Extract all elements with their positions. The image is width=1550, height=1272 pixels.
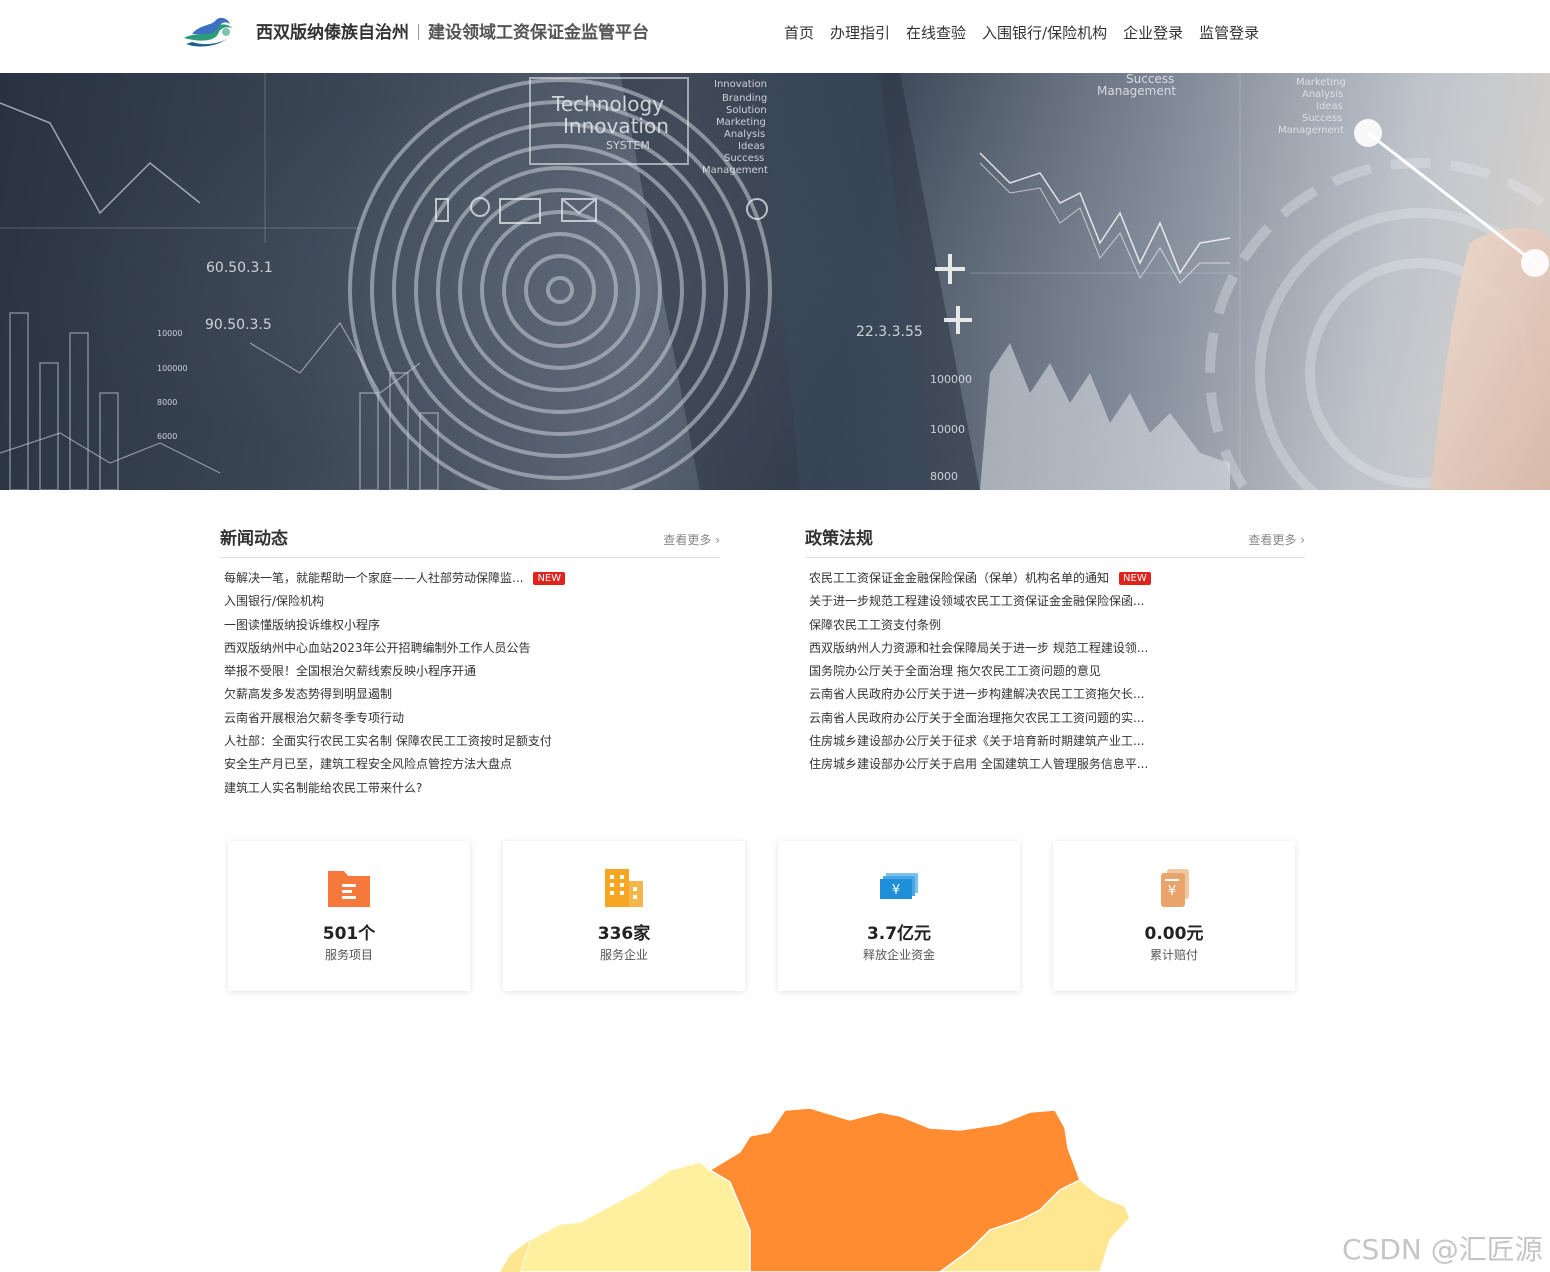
banner-text-coord-3: 22.3.3.55	[856, 324, 923, 340]
banner-text-management-2: Management	[1097, 84, 1176, 98]
policy-item[interactable]: 云南省人民政府办公厅关于进一步构建解决农民工工资拖欠长...	[805, 683, 1305, 706]
main-nav: 首页 办理指引 在线查验 入围银行/保险机构 企业登录 监管登录	[784, 22, 1259, 43]
svg-text:¥: ¥	[1168, 884, 1176, 899]
building-icon	[605, 869, 643, 907]
policy-item[interactable]: 西双版纳州人力资源和社会保障局关于进一步 规范工程建设领...	[805, 637, 1305, 660]
platform-logo-icon[interactable]	[182, 14, 234, 50]
nav-supervision-login[interactable]: 监管登录	[1199, 22, 1259, 43]
brand-title[interactable]: 西双版纳傣族自治州 建设领域工资保证金监管平台	[256, 22, 649, 44]
new-badge: NEW	[1119, 572, 1151, 585]
news-list: 每解决一笔，就能帮助一个家庭——人社部劳动保障监... NEW 入围银行/保险机构…	[220, 567, 720, 800]
nav-enterprise-login[interactable]: 企业登录	[1123, 22, 1183, 43]
banner-text-axis-7: 8000	[930, 470, 958, 483]
banner-text-axis-6: 6000	[157, 432, 177, 441]
banner-text-coord-2: 90.50.3.5	[205, 317, 272, 333]
brand-subtitle: 建设领域工资保证金监管平台	[428, 23, 649, 43]
stat-card-released-funds: ¥ 3.7亿元 释放企业资金	[778, 841, 1020, 991]
news-item[interactable]: 欠薪高发多发态势得到明显遏制	[220, 683, 720, 706]
banner-text-system: SYSTEM	[606, 139, 650, 152]
banner-text-axis-2: 10000	[157, 329, 182, 338]
stat-card-projects: 501个 服务项目	[228, 841, 470, 991]
banner-text-marketing-2: Marketing	[1296, 77, 1346, 88]
brand-name: 西双版纳傣族自治州	[256, 23, 409, 43]
policy-header: 政策法规 查看更多 ›	[805, 524, 1305, 558]
banner-text-management: Management	[702, 165, 768, 176]
policy-item[interactable]: 关于进一步规范工程建设领域农民工工资保证金金融保险保函...	[805, 590, 1305, 613]
folder-icon	[328, 871, 370, 907]
stat-label: 服务企业	[599, 948, 648, 962]
svg-text:¥: ¥	[892, 883, 900, 898]
stat-value: 501个	[322, 924, 376, 944]
stat-card-compensation: ¥ 0.00元 累计赔付	[1053, 841, 1295, 991]
news-item[interactable]: 每解决一笔，就能帮助一个家庭——人社部劳动保障监... NEW	[220, 567, 720, 590]
banner-text-innovation: Innovation	[563, 114, 669, 138]
policy-list: 农民工工资保证金金融保险保函（保单）机构名单的通知 NEW 关于进一步规范工程建设…	[805, 567, 1305, 777]
nav-banks-insurers[interactable]: 入围银行/保险机构	[982, 22, 1107, 43]
policy-item[interactable]: 国务院办公厅关于全面治理 拖欠农民工工资问题的意见	[805, 660, 1305, 683]
banner-text-solution: Solution	[726, 105, 767, 116]
banner-text-branding: Branding	[722, 93, 767, 104]
policy-item[interactable]: 农民工工资保证金金融保险保函（保单）机构名单的通知 NEW	[805, 567, 1305, 590]
nav-online-check[interactable]: 在线查验	[906, 22, 966, 43]
news-item[interactable]: 入围银行/保险机构	[220, 590, 720, 613]
banner-text-marketing: Marketing	[716, 117, 766, 128]
banner-text-axis-4: 10000	[930, 423, 965, 436]
banner-text-ideas: Ideas	[738, 141, 765, 152]
money-icon: ¥	[880, 873, 918, 899]
region-map[interactable]	[500, 1100, 1160, 1272]
site-header: 西双版纳傣族自治州 建设领域工资保证金监管平台 首页 办理指引 在线查验 入围银行…	[0, 0, 1550, 73]
news-item[interactable]: 安全生产月已至，建筑工程安全风险点管控方法大盘点	[220, 753, 720, 776]
banner-text-analysis-2: Analysis	[1302, 89, 1343, 100]
banner-text-axis-1: 100000	[930, 373, 972, 386]
hero-banner: Technology Innovation SYSTEM Innovation …	[0, 73, 1550, 490]
policy-more-link[interactable]: 查看更多 ›	[1248, 531, 1305, 548]
receipt-icon: ¥	[1161, 869, 1189, 907]
banner-text-innovation-2: Innovation	[714, 79, 767, 90]
stat-value: 0.00元	[1144, 924, 1204, 944]
banner-text-technology: Technology	[551, 92, 664, 116]
news-item[interactable]: 西双版纳州中心血站2023年公开招聘编制外工作人员公告	[220, 637, 720, 660]
policy-item[interactable]: 保障农民工工资支付条例	[805, 614, 1305, 637]
banner-text-analysis: Analysis	[724, 129, 765, 140]
news-item-text: 每解决一笔，就能帮助一个家庭——人社部劳动保障监...	[224, 571, 524, 585]
nav-home[interactable]: 首页	[784, 22, 814, 43]
policy-item[interactable]: 云南省人民政府办公厅关于全面治理拖欠农民工工资问题的实...	[805, 707, 1305, 730]
policy-item-text: 农民工工资保证金金融保险保函（保单）机构名单的通知	[809, 571, 1110, 585]
csdn-watermark: CSDN @汇匠源	[1342, 1233, 1543, 1266]
banner-text-coord-1: 60.50.3.1	[206, 260, 273, 276]
banner-tech-graphic: Technology Innovation SYSTEM Innovation …	[0, 73, 1550, 490]
news-more-link[interactable]: 查看更多 ›	[663, 531, 720, 548]
banner-text-ideas-2: Ideas	[1316, 101, 1343, 112]
stat-value: 3.7亿元	[866, 924, 932, 944]
news-item[interactable]: 一图读懂版纳投诉维权小程序	[220, 614, 720, 637]
news-section: 新闻动态 查看更多 › 每解决一笔，就能帮助一个家庭——人社部劳动保障监... N…	[220, 524, 720, 800]
policy-item[interactable]: 住房城乡建设部办公厅关于征求《关于培育新时期建筑产业工...	[805, 730, 1305, 753]
banner-text-management-3: Management	[1278, 125, 1344, 136]
banner-text-axis-3: 8000	[157, 398, 177, 407]
news-item[interactable]: 人社部：全面实行农民工实名制 保障农民工工资按时足额支付	[220, 730, 720, 753]
policy-item[interactable]: 住房城乡建设部办公厅关于启用 全国建筑工人管理服务信息平...	[805, 753, 1305, 776]
news-header: 新闻动态 查看更多 ›	[220, 524, 720, 558]
stat-label: 累计赔付	[1149, 948, 1198, 962]
policy-title: 政策法规	[805, 529, 873, 549]
stat-value: 336家	[597, 924, 651, 944]
news-item[interactable]: 建筑工人实名制能给农民工带来什么?	[220, 777, 720, 800]
map-region-west[interactable]	[519, 1161, 751, 1272]
news-item[interactable]: 举报不受限！全国根治欠薪线索反映小程序开通	[220, 660, 720, 683]
new-badge: NEW	[533, 572, 566, 585]
policy-section: 政策法规 查看更多 › 农民工工资保证金金融保险保函（保单）机构名单的通知 NEW…	[805, 524, 1305, 777]
news-title: 新闻动态	[220, 529, 288, 549]
stat-label: 释放企业资金	[862, 948, 935, 962]
banner-text-success: Success	[724, 153, 764, 164]
news-item[interactable]: 云南省开展根治欠薪冬季专项行动	[220, 707, 720, 730]
nav-guide[interactable]: 办理指引	[830, 22, 890, 43]
banner-text-success-3: Success	[1302, 113, 1342, 124]
stats-section: 501个 服务项目 336家 服务企业 ¥ 3.7亿元 释放企业资金 ¥ 0.0…	[228, 841, 1295, 991]
banner-text-axis-5: 100000	[157, 364, 188, 373]
brand-divider	[418, 24, 419, 40]
stat-label: 服务项目	[324, 948, 373, 962]
stat-card-enterprises: 336家 服务企业	[503, 841, 745, 991]
